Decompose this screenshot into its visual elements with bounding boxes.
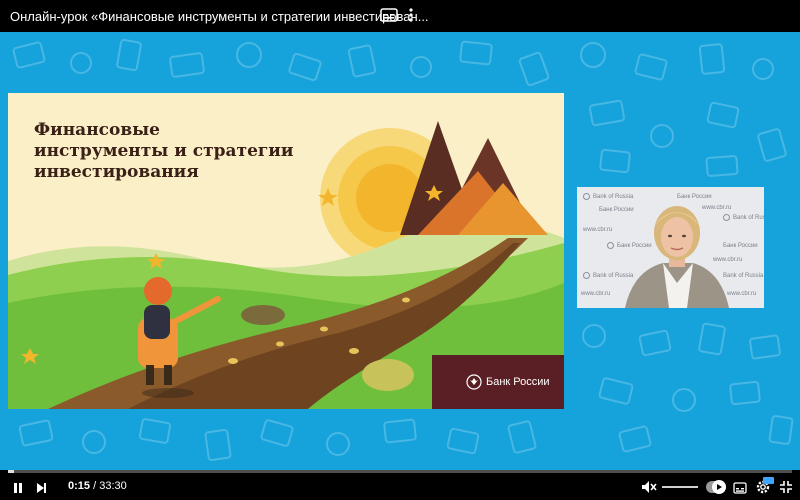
phone-icon <box>506 419 538 455</box>
captions-icon[interactable] <box>379 6 399 24</box>
current-time: 0:15 <box>68 480 91 492</box>
coin-icon <box>672 388 696 412</box>
wallet-icon <box>705 154 739 178</box>
slide-title-line: инструменты и стратегии <box>34 141 294 161</box>
time-display: 0:15 / 33:30 <box>68 480 127 492</box>
wallet-icon <box>11 40 47 70</box>
play-pause-icon[interactable] <box>12 481 24 493</box>
progress-fill <box>8 470 14 473</box>
wallet-icon <box>458 40 494 66</box>
bill-icon <box>287 51 323 83</box>
card-icon <box>446 427 480 455</box>
bill-icon <box>598 148 632 174</box>
mute-icon[interactable] <box>641 480 657 494</box>
bill-icon <box>617 424 653 454</box>
coin-icon <box>650 124 674 148</box>
progress-bar[interactable] <box>8 470 792 473</box>
time-separator: / <box>90 480 100 492</box>
bill-icon <box>748 334 782 360</box>
slide-title-line: инвестирования <box>34 162 199 182</box>
video-title[interactable]: Онлайн-урок «Финансовые инструменты и ст… <box>10 9 429 24</box>
slide-title: Финансовые инструменты и стратегии инвес… <box>34 120 334 183</box>
coin-icon <box>580 42 606 68</box>
card-icon <box>638 329 672 357</box>
wallet-icon <box>588 99 626 127</box>
calculator-icon <box>768 414 794 446</box>
hd-badge <box>763 477 774 484</box>
calculator-icon <box>347 43 377 79</box>
fullscreen-exit-icon[interactable] <box>779 480 793 494</box>
eagle-emblem-icon <box>466 374 482 390</box>
coin-icon <box>70 52 92 74</box>
coin-icon <box>82 430 106 454</box>
card-icon <box>168 51 206 79</box>
coin-icon <box>326 432 350 456</box>
more-vert-icon[interactable] <box>403 6 419 24</box>
bank-name: Банк России <box>486 376 550 388</box>
volume-slider[interactable] <box>662 486 698 488</box>
video-player[interactable]: Онлайн-урок «Финансовые инструменты и ст… <box>0 0 800 500</box>
wallet-icon <box>597 376 635 406</box>
next-icon[interactable] <box>35 481 47 493</box>
presenter-figure <box>625 206 729 308</box>
coin-icon <box>236 42 262 68</box>
coin-icon <box>752 58 774 80</box>
bill-icon <box>698 42 726 76</box>
bill-icon <box>259 418 295 448</box>
card-icon <box>633 52 669 82</box>
coin-icon <box>582 324 606 348</box>
wallet-icon <box>382 418 418 444</box>
duration: 33:30 <box>99 480 127 492</box>
card-icon <box>138 417 172 445</box>
phone-icon <box>115 38 143 72</box>
phone-icon <box>697 322 727 356</box>
autoplay-play-icon[interactable] <box>712 480 726 494</box>
phone-icon <box>756 127 788 163</box>
slide-title-line: Финансовые <box>34 120 160 140</box>
phone-icon <box>517 50 551 88</box>
subtitles-icon[interactable] <box>733 481 747 494</box>
wallet-icon <box>18 418 54 448</box>
card-icon <box>728 380 762 406</box>
presenter-webcam: Bank of Russia Банк России www.cbr.ru Ба… <box>577 187 764 308</box>
phone-icon <box>204 428 232 462</box>
coin-icon <box>410 56 432 78</box>
card-icon <box>706 101 740 129</box>
